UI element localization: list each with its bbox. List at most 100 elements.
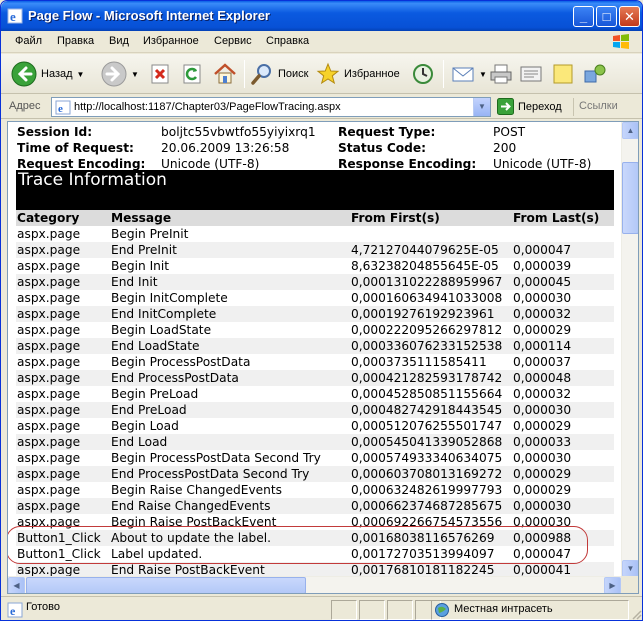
trace-cell-message: Begin PreInit [111, 227, 189, 241]
menu-edit[interactable]: Правка [57, 35, 94, 47]
minimize-button[interactable]: _ [573, 6, 594, 27]
trace-cell-from-last: 0,000048 [513, 371, 572, 385]
trace-cell-category: aspx.page [17, 275, 81, 289]
messenger-icon [584, 64, 606, 83]
go-button[interactable]: Переход [497, 98, 562, 115]
menu-bar: Файл Правка Вид Избранное Сервис Справка [1, 31, 642, 53]
mail-dropdown-icon[interactable]: ▼ [479, 70, 487, 79]
window-title: Page Flow - Microsoft Internet Explorer [28, 8, 270, 23]
trace-cell-from-last: 0,000029 [513, 419, 572, 433]
trace-cell-message: Begin Raise ChangedEvents [111, 483, 283, 497]
trace-cell-from-last: 0,000030 [513, 451, 572, 465]
menu-view[interactable]: Вид [109, 35, 129, 47]
favorites-button[interactable]: Избранное [316, 58, 400, 90]
close-button[interactable]: ✕ [619, 6, 640, 27]
search-label: Поиск [278, 68, 309, 80]
trace-cell-from-first: 4,72127044079625E-05 [351, 243, 499, 257]
menu-help[interactable]: Справка [266, 35, 309, 47]
trace-cell-category: aspx.page [17, 499, 81, 513]
back-dropdown-icon[interactable]: ▼ [77, 70, 85, 79]
search-icon [251, 64, 271, 85]
search-button[interactable]: Поиск [250, 58, 308, 90]
trace-cell-category: aspx.page [17, 387, 81, 401]
scroll-right-icon[interactable]: ▶ [604, 577, 621, 593]
messenger-button[interactable] [583, 58, 607, 90]
history-button[interactable] [411, 58, 435, 90]
stop-button[interactable] [149, 58, 171, 90]
trace-cell-from-last: 0,000032 [513, 307, 572, 321]
resize-grip-icon[interactable] [630, 608, 642, 620]
vertical-scroll-thumb[interactable] [622, 162, 638, 234]
col-from-last: From Last(s) [513, 211, 600, 225]
refresh-button[interactable] [181, 58, 203, 90]
vertical-scrollbar[interactable]: ▲ ▼ [621, 122, 638, 577]
back-arrow-icon [11, 61, 37, 87]
mail-button[interactable]: ▼ [451, 58, 487, 90]
maximize-button[interactable]: □ [596, 6, 617, 27]
forward-arrow-icon [101, 61, 127, 87]
page-icon: e [55, 100, 71, 115]
forward-dropdown-icon[interactable]: ▼ [131, 70, 139, 79]
trace-row: aspx.page Begin Init 8,63238204855645E-05 0… [16, 258, 614, 274]
trace-row: aspx.page Begin ProcessPostData 0,00037351… [16, 354, 614, 370]
trace-cell-category: aspx.page [17, 323, 81, 337]
scroll-down-icon[interactable]: ▼ [622, 560, 638, 577]
trace-row: aspx.page Begin InitComplete 0,00016063494… [16, 290, 614, 306]
trace-row: aspx.page End Raise ChangedEvents 0,000662… [16, 498, 614, 514]
trace-cell-from-last: 0,000030 [513, 403, 572, 417]
scroll-up-icon[interactable]: ▲ [622, 122, 638, 139]
horizontal-scrollbar[interactable]: ◀ ▶ [8, 576, 621, 593]
trace-cell-category: aspx.page [17, 355, 81, 369]
intranet-zone-icon [435, 603, 449, 617]
trace-cell-from-last: 0,000988 [513, 531, 572, 545]
trace-row: aspx.page Begin Load 0,000512076255501747 0… [16, 418, 614, 434]
trace-row: aspx.page Begin Raise ChangedEvents 0,0006… [16, 482, 614, 498]
menu-tools[interactable]: Сервис [214, 35, 252, 47]
favorites-label: Избранное [344, 68, 400, 80]
trace-cell-from-last: 0,000029 [513, 483, 572, 497]
address-input[interactable]: e http://localhost:1187/Chapter03/PageFl… [51, 97, 491, 117]
col-from-first: From First(s) [351, 211, 440, 225]
discuss-button[interactable] [551, 58, 575, 90]
trace-cell-from-first: 0,000632482619997793 [351, 483, 503, 497]
trace-row: aspx.page End ProcessPostData 0,0004212825… [16, 370, 614, 386]
links-toolbar[interactable]: Ссылки [579, 100, 618, 112]
trace-cell-from-first: 0,000222095266297812 [351, 323, 503, 337]
trace-cell-category: aspx.page [17, 483, 81, 497]
refresh-icon [183, 64, 201, 84]
home-button[interactable] [213, 58, 237, 90]
print-button[interactable] [489, 58, 513, 90]
trace-cell-message: End ProcessPostData Second Try [111, 467, 310, 481]
session-id-label: Session Id: [17, 125, 93, 139]
star-icon [316, 62, 340, 85]
title-bar[interactable]: e Page Flow - Microsoft Internet Explore… [1, 1, 642, 31]
address-bar: Адрес e http://localhost:1187/Chapter03/… [1, 95, 642, 119]
time-label: Time of Request: [17, 141, 134, 155]
trace-cell-from-first: 0,00172703513994097 [351, 547, 495, 561]
trace-cell-category: Button1_Click [17, 531, 101, 545]
session-id-value: boljtc55vbwtfo55yiyixrq1 [161, 125, 316, 139]
go-arrow-icon [497, 98, 514, 115]
page-viewport[interactable]: Session Id: boljtc55vbwtfo55yiyixrq1 Req… [7, 121, 639, 594]
trace-cell-category: Button1_Click [17, 547, 101, 561]
trace-row: Button1_Click About to update the label. 0… [16, 530, 614, 546]
scroll-left-icon[interactable]: ◀ [8, 577, 25, 593]
trace-cell-from-first: 0,00176810181182245 [351, 563, 495, 577]
trace-cell-category: aspx.page [17, 435, 81, 449]
address-dropdown-icon[interactable]: ▼ [473, 98, 490, 116]
trace-title: Trace Information [18, 170, 167, 190]
forward-button[interactable]: ▼ [101, 58, 139, 90]
address-label: Адрес [9, 100, 41, 112]
back-button[interactable]: Назад ▼ [11, 58, 84, 90]
trace-cell-message: Label updated. [111, 547, 203, 561]
trace-row: aspx.page End PreLoad 0,000482742918443545… [16, 402, 614, 418]
trace-row: aspx.page End InitComplete 0,0001927619292… [16, 306, 614, 322]
trace-cell-message: End Raise ChangedEvents [111, 499, 271, 513]
zone-pane: Местная интрасеть [431, 600, 629, 620]
trace-column-header: Category Message From First(s) From Last… [16, 210, 614, 226]
menu-favorites[interactable]: Избранное [143, 35, 199, 47]
horizontal-scroll-thumb[interactable] [26, 577, 306, 593]
edit-button[interactable] [519, 58, 543, 90]
menu-file[interactable]: Файл [15, 35, 42, 47]
document-edit-icon [520, 66, 542, 82]
